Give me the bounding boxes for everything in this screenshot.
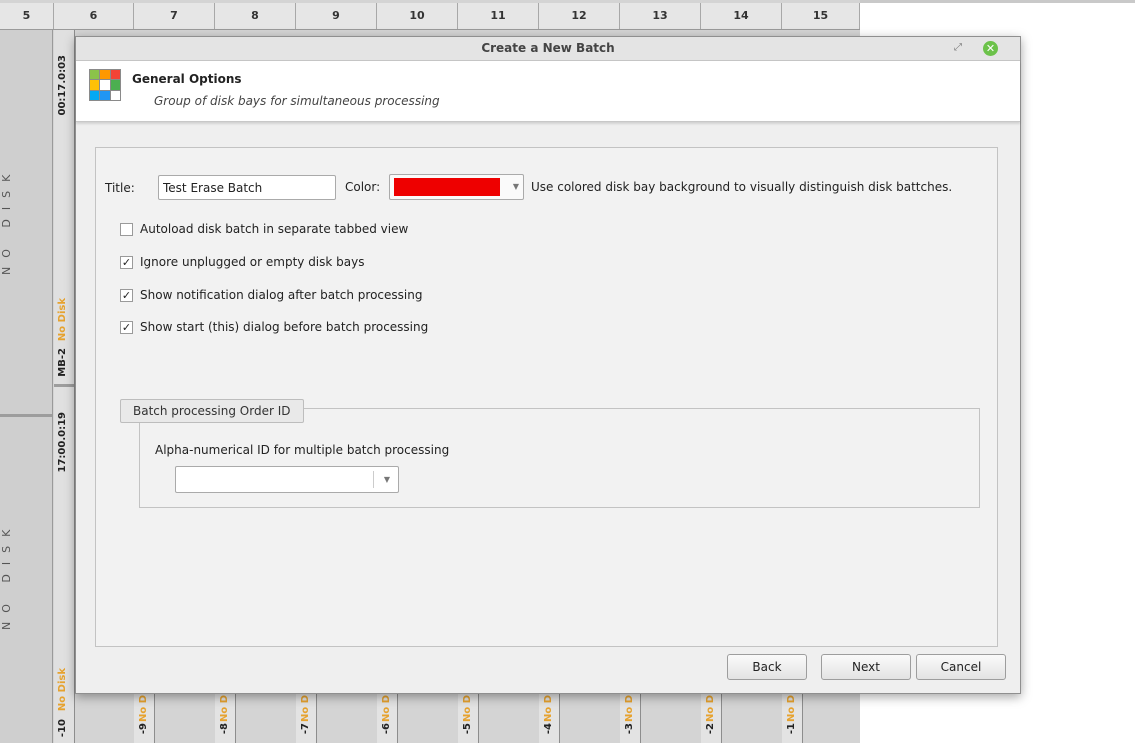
bay-status: No D [705, 695, 716, 723]
bay-id: -1 [786, 723, 797, 735]
grid-table-icon [89, 69, 121, 101]
restore-icon[interactable]: ⤢ [952, 42, 964, 54]
color-label: Color: [345, 180, 381, 194]
column-header: 10 [377, 3, 458, 29]
chevron-down-icon: ▼ [383, 475, 390, 484]
disk-bay[interactable]: No D -4 [539, 693, 560, 743]
bay-id: -6 [381, 723, 392, 735]
disk-bay[interactable]: No D -1 [782, 693, 803, 743]
column-header: 7 [134, 3, 215, 29]
disk-bay[interactable]: No D -7 [296, 693, 317, 743]
bay-timer: 00:17.0:03 [57, 55, 68, 116]
column-header: 5 [0, 3, 54, 29]
bay-status: No D [786, 695, 797, 723]
bay-id: -5 [462, 723, 473, 735]
bay-status: No Disk [57, 668, 68, 712]
order-id-group-title: Batch processing Order ID [120, 399, 304, 423]
bay-id: -3 [624, 723, 635, 735]
bay-status: No Disk [57, 298, 68, 342]
bay-id: -10 [57, 719, 68, 738]
column-header: 6 [54, 3, 134, 29]
bay-id: -2 [705, 723, 716, 735]
disk-bay[interactable]: No D -5 [458, 693, 479, 743]
next-button[interactable]: Next [821, 654, 911, 680]
bay-status: No D [219, 695, 230, 723]
disk-bay[interactable]: No D -9 [134, 693, 155, 743]
no-disk-label: NO DISK [0, 520, 13, 630]
show-start-dialog-checkbox[interactable]: ✓ [120, 321, 133, 334]
column-header: 15 [782, 3, 860, 29]
header-subtitle: Group of disk bays for simultaneous proc… [154, 94, 440, 108]
column-header: 8 [215, 3, 296, 29]
combo-separator [373, 471, 374, 488]
column-header: 13 [620, 3, 701, 29]
row-divider [0, 414, 52, 417]
column-header-row: 5 6 7 8 9 10 11 12 13 14 15 [0, 3, 860, 30]
color-dropdown[interactable]: ▼ [389, 174, 524, 200]
chevron-down-icon: ▼ [512, 182, 519, 191]
disk-bay[interactable]: No D -8 [215, 693, 236, 743]
dialog-title: Create a New Batch [481, 41, 615, 55]
bay-id: -4 [543, 723, 554, 735]
column-header: 14 [701, 3, 782, 29]
title-label: Title: [105, 181, 135, 195]
no-disk-label: NO DISK [0, 165, 13, 275]
bay-id: MB-2 [57, 348, 68, 377]
bay-id: -7 [300, 723, 311, 735]
wizard-header: General Options Group of disk bays for s… [76, 61, 1020, 122]
ignore-unplugged-checkbox[interactable]: ✓ [120, 256, 133, 269]
bay-id: -8 [219, 723, 230, 735]
title-input[interactable] [158, 175, 336, 200]
disk-bay[interactable]: No D -6 [377, 693, 398, 743]
color-swatch [394, 178, 500, 196]
bay-status: No D [138, 695, 149, 723]
autoload-checkbox[interactable] [120, 223, 133, 236]
bay-status: No D [543, 695, 554, 723]
checkbox-label[interactable]: Show start (this) dialog before batch pr… [140, 320, 428, 334]
checkbox-label[interactable]: Ignore unplugged or empty disk bays [140, 255, 364, 269]
order-id-combo[interactable]: ▼ [175, 466, 399, 493]
order-id-label: Alpha-numerical ID for multiple batch pr… [155, 443, 450, 457]
cancel-button[interactable]: Cancel [916, 654, 1006, 680]
bay-status: No D [624, 695, 635, 723]
color-hint: Use colored disk bay background to visua… [531, 180, 953, 194]
show-notification-checkbox[interactable]: ✓ [120, 289, 133, 302]
bay-timer: 17:00.0:19 [57, 412, 68, 473]
bay-divider [54, 384, 74, 387]
disk-bay-strip[interactable]: 00:17.0:03 No Disk MB-2 17:00.0:19 No Di… [54, 30, 75, 743]
bay-id: -9 [138, 723, 149, 735]
back-button[interactable]: Back [727, 654, 807, 680]
bay-status: No D [381, 695, 392, 723]
disk-bay[interactable]: No D -3 [620, 693, 641, 743]
close-icon[interactable]: ✕ [983, 41, 998, 56]
column-header: 9 [296, 3, 377, 29]
checkbox-label[interactable]: Show notification dialog after batch pro… [140, 288, 422, 302]
header-title: General Options [132, 72, 242, 86]
dialog-titlebar[interactable]: Create a New Batch ⤢ ✕ [76, 37, 1020, 61]
checkbox-label[interactable]: Autoload disk batch in separate tabbed v… [140, 222, 408, 236]
column-header: 11 [458, 3, 539, 29]
order-id-group [139, 408, 980, 508]
row-label-panel: NO DISK NO DISK [0, 30, 53, 743]
create-batch-dialog: Create a New Batch ⤢ ✕ General Options G… [75, 36, 1021, 694]
disk-bay[interactable]: No D -2 [701, 693, 722, 743]
bay-status: No D [462, 695, 473, 723]
column-header: 12 [539, 3, 620, 29]
bay-status: No D [300, 695, 311, 723]
